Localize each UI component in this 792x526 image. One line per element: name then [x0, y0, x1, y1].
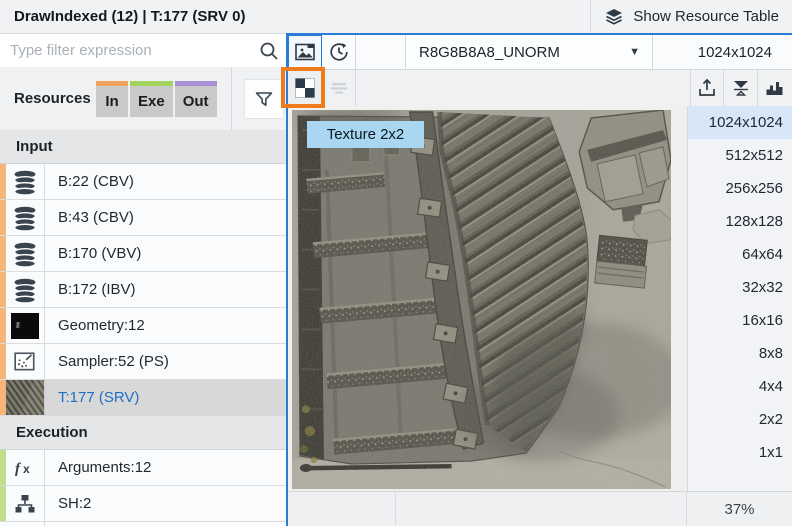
texture-image[interactable]	[292, 110, 671, 489]
row-label: B:172 (IBV)	[58, 281, 136, 298]
row-label: Sampler:52 (PS)	[58, 353, 169, 370]
viewer-toolbar-second	[288, 70, 792, 107]
mip-item[interactable]: 256x256	[688, 172, 792, 205]
section-label: Execution	[16, 424, 88, 441]
list-item-b172[interactable]: B:172 (IBV)	[0, 272, 286, 308]
list-item-sampler[interactable]: Sampler:52 (PS)	[0, 344, 286, 380]
mip-level-list: 1024x1024 512x512 256x256 128x128 64x64 …	[687, 106, 792, 491]
row-label: SH:2	[58, 495, 92, 512]
stacked-lines-icon	[328, 77, 350, 99]
mip-item[interactable]: 4x4	[688, 370, 792, 403]
funnel-icon	[253, 88, 275, 110]
format-dropdown[interactable]: R8G8B8A8_UNORM ▼	[405, 35, 653, 69]
mip-item[interactable]: 1x1	[688, 436, 792, 469]
histogram-button[interactable]	[757, 70, 792, 106]
texture-thumbnail	[6, 380, 45, 415]
texture-dimensions-label: 1024x1024	[697, 43, 772, 61]
show-resource-table-button[interactable]: Show Resource Table	[590, 0, 792, 33]
mip-item[interactable]: 1024x1024	[688, 106, 792, 139]
clock-icon	[328, 41, 350, 63]
resources-panel: Resources In Exe Out Input	[0, 33, 286, 526]
list-item-b170[interactable]: B:170 (VBV)	[0, 236, 286, 272]
svg-text:x: x	[23, 462, 30, 476]
resources-label: Resources	[14, 90, 91, 107]
upload-icon	[696, 77, 718, 99]
resources-toolbar: Resources In Exe Out	[0, 67, 286, 131]
status-bar: 37%	[288, 491, 792, 526]
sampler-icon	[6, 344, 45, 379]
event-title: DrawIndexed (12) | T:177 (SRV 0)	[14, 8, 246, 25]
list-item-partial[interactable]	[0, 522, 286, 526]
toggle-exe[interactable]: Exe	[130, 80, 173, 117]
mip-item[interactable]: 512x512	[688, 139, 792, 172]
show-resource-table-label: Show Resource Table	[633, 8, 779, 25]
divider	[230, 67, 232, 130]
history-button[interactable]	[322, 35, 356, 69]
svg-text:f: f	[15, 461, 22, 477]
viewer-toolbar-top: R8G8B8A8_UNORM ▼ 1024x1024	[288, 35, 792, 70]
buffer-icon	[6, 200, 45, 235]
image-icon	[294, 41, 316, 63]
mip-item[interactable]: 32x32	[688, 271, 792, 304]
hierarchy-icon	[6, 486, 45, 521]
texture-viewer-panel: R8G8B8A8_UNORM ▼ 1024x1024 1024x1024 512…	[286, 33, 792, 526]
texture-canvas-area[interactable]	[288, 106, 687, 491]
row-label: Geometry:12	[58, 317, 145, 334]
row-label: B:43 (CBV)	[58, 209, 134, 226]
mip-item[interactable]: 8x8	[688, 337, 792, 370]
checkerboard-icon	[294, 77, 316, 99]
mip-item[interactable]: 16x16	[688, 304, 792, 337]
list-item-geometry[interactable]: Geometry:12	[0, 308, 286, 344]
title-bar: DrawIndexed (12) | T:177 (SRV 0) Show Re…	[0, 0, 792, 33]
section-header-input: Input	[0, 130, 286, 164]
flip-fit-button[interactable]	[723, 70, 757, 106]
tooltip: Texture 2x2	[307, 121, 424, 148]
row-label: Arguments:12	[58, 459, 152, 476]
search-icon	[252, 41, 286, 61]
filter-input[interactable]	[0, 42, 252, 59]
list-item-arguments[interactable]: f x Arguments:12	[0, 450, 286, 486]
row-label: B:22 (CBV)	[58, 173, 134, 190]
export-button[interactable]	[690, 70, 723, 106]
resource-list: Input B:22 (CBV) B:43 (CBV) B:170 (VBV) …	[0, 130, 286, 526]
mip-item[interactable]: 2x2	[688, 403, 792, 436]
list-item-t177-selected[interactable]: T:177 (SRV)	[0, 380, 286, 416]
filter-row	[0, 33, 286, 68]
status-cell	[396, 492, 686, 526]
layers-icon	[604, 7, 624, 27]
geometry-thumbnail	[6, 308, 45, 343]
status-cell	[288, 492, 396, 526]
mip-item[interactable]: 64x64	[688, 238, 792, 271]
buffer-icon	[6, 164, 45, 199]
table-icon	[6, 522, 45, 526]
fx-icon: f x	[6, 450, 45, 485]
buffer-icon	[6, 236, 45, 271]
display-texture-button[interactable]	[288, 35, 322, 69]
mip-levels-button-disabled	[322, 70, 356, 106]
list-item-sh2[interactable]: SH:2	[0, 486, 286, 522]
zoom-level: 37%	[686, 492, 792, 526]
toggle-in[interactable]: In	[96, 80, 128, 117]
mip-item[interactable]: 128x128	[688, 205, 792, 238]
section-label: Input	[16, 138, 53, 155]
row-label: B:170 (VBV)	[58, 245, 142, 262]
filter-funnel-button[interactable]	[243, 78, 284, 119]
row-label: T:177 (SRV)	[58, 389, 140, 406]
checkerboard-background-button[interactable]	[288, 70, 322, 106]
pix-texture-viewer-window: DrawIndexed (12) | T:177 (SRV 0) Show Re…	[0, 0, 792, 526]
format-value: R8G8B8A8_UNORM	[419, 43, 560, 61]
list-item-b22[interactable]: B:22 (CBV)	[0, 164, 286, 200]
list-item-b43[interactable]: B:43 (CBV)	[0, 200, 286, 236]
flip-vertical-icon	[730, 77, 752, 99]
toggle-out[interactable]: Out	[174, 80, 217, 117]
section-header-execution: Execution	[0, 416, 286, 450]
histogram-icon	[764, 77, 786, 99]
buffer-icon	[6, 272, 45, 307]
chevron-down-icon: ▼	[629, 46, 640, 58]
